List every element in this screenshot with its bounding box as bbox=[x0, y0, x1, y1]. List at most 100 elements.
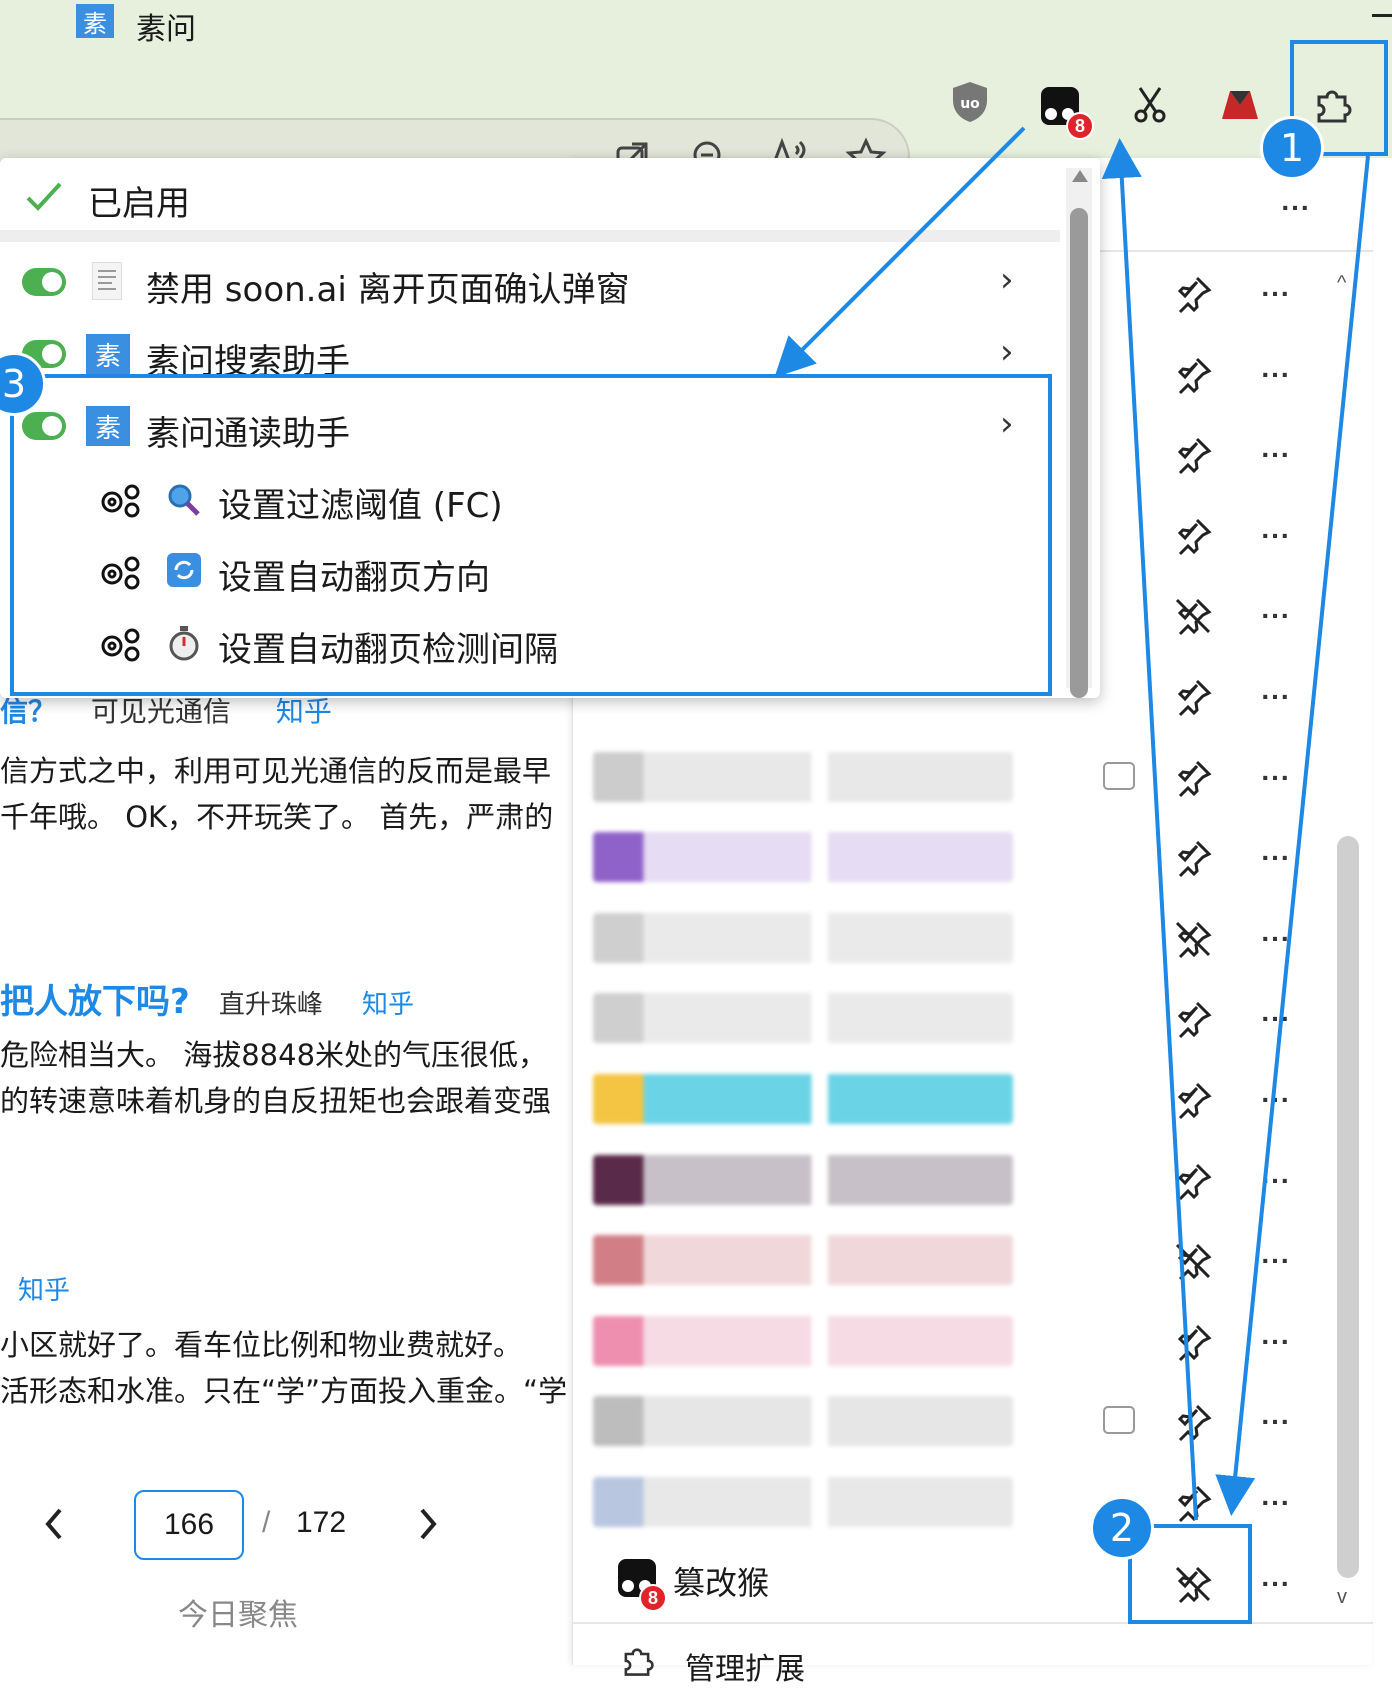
tab-title[interactable]: 素问 bbox=[136, 4, 196, 48]
extension-badge: 8 bbox=[1066, 112, 1094, 140]
panel-scrollbar[interactable] bbox=[1337, 836, 1359, 1578]
snippet-line: 的转速意味着机身的自反扭矩也会跟着变强 bbox=[0, 1084, 552, 1118]
ublock-shield-icon[interactable]: uo bbox=[940, 72, 1000, 132]
pin-icon[interactable] bbox=[1173, 1402, 1213, 1442]
extension-more-button[interactable]: ... bbox=[1253, 1239, 1299, 1279]
extension-thumb-blurred bbox=[593, 1074, 1013, 1124]
snippet-line: 活形态和水准。只在“学”方面投入重金。“学 bbox=[0, 1374, 568, 1408]
extension-more-button[interactable]: ... bbox=[1253, 1158, 1299, 1199]
footer-today-focus[interactable]: 今日聚焦 bbox=[178, 1590, 298, 1634]
snippet-line: 危险相当大。 海拔8848米处的气压很低， bbox=[0, 1038, 548, 1072]
extension-row[interactable]: ... bbox=[573, 1141, 1333, 1221]
extension-row[interactable]: ... bbox=[573, 1221, 1333, 1301]
page-separator: / bbox=[262, 1506, 271, 1539]
chevron-right-icon: › bbox=[1000, 260, 1014, 300]
extension-row[interactable]: ... bbox=[573, 1302, 1333, 1382]
unpin-icon[interactable] bbox=[1173, 596, 1213, 636]
pin-icon[interactable] bbox=[1173, 1080, 1213, 1120]
pin-icon[interactable] bbox=[1173, 677, 1213, 717]
pin-icon[interactable] bbox=[1173, 838, 1213, 878]
unpin-icon[interactable] bbox=[1173, 919, 1213, 959]
extension-thumb-blurred bbox=[593, 751, 1013, 802]
article-2-author[interactable]: 直升珠峰 bbox=[219, 990, 323, 1020]
script-file-icon bbox=[92, 262, 122, 300]
manage-extensions-icon bbox=[619, 1642, 655, 1678]
sidebar-panel-icon[interactable] bbox=[1103, 761, 1135, 790]
snippet-line: 信方式之中，利用可见光通信的反而是最早 bbox=[0, 754, 552, 788]
pin-icon[interactable] bbox=[1173, 758, 1213, 798]
callout-badge: 2 bbox=[1090, 1496, 1154, 1560]
pin-icon[interactable] bbox=[1173, 1483, 1213, 1523]
sidebar-panel-icon[interactable] bbox=[1103, 1406, 1135, 1435]
extension-row[interactable]: ... bbox=[573, 1382, 1333, 1462]
extension-more-button[interactable]: ... bbox=[1253, 675, 1299, 715]
check-icon bbox=[24, 180, 64, 214]
enabled-section-title: 已启用 bbox=[88, 184, 190, 224]
pin-icon[interactable] bbox=[1173, 274, 1213, 314]
extension-more-button[interactable]: ... bbox=[1253, 1561, 1299, 1602]
extension-row[interactable]: ... bbox=[573, 1060, 1333, 1140]
menu-item-label: 禁用 soon.ai 离开页面确认弹窗 bbox=[146, 270, 630, 310]
reader-extension-icon[interactable] bbox=[1210, 74, 1270, 134]
extension-more-button[interactable]: ... bbox=[1253, 997, 1299, 1037]
extension-row[interactable]: ... bbox=[573, 899, 1333, 979]
extension-more-button[interactable]: ... bbox=[1253, 513, 1299, 554]
scissors-icon[interactable] bbox=[1120, 74, 1180, 134]
article-1-title[interactable]: 信？ bbox=[0, 695, 56, 728]
article-1-source[interactable]: 知乎 bbox=[276, 695, 332, 728]
unpin-icon[interactable] bbox=[1173, 1241, 1213, 1281]
extension-more-button[interactable]: ... bbox=[1253, 352, 1299, 393]
title-bar: 素 素问 bbox=[0, 0, 1392, 48]
extension-thumb-blurred bbox=[593, 993, 1013, 1044]
article-1-author[interactable]: 可见光通信 bbox=[91, 695, 231, 728]
total-pages: 172 bbox=[296, 1506, 347, 1539]
extension-thumb-blurred bbox=[593, 1315, 1013, 1366]
extension-more-button[interactable]: ... bbox=[1253, 755, 1299, 796]
menu-item-disable-soon[interactable]: 禁用 soon.ai 离开页面确认弹窗 › bbox=[0, 246, 1060, 320]
menu-divider bbox=[0, 230, 1060, 242]
pin-icon[interactable] bbox=[1173, 1161, 1213, 1201]
pin-icon[interactable] bbox=[1173, 355, 1213, 395]
extension-thumb-blurred bbox=[593, 1154, 1013, 1205]
extension-more-button[interactable]: ... bbox=[1253, 594, 1299, 634]
panel-more-button[interactable]: ... bbox=[1273, 186, 1319, 226]
pin-icon[interactable] bbox=[1173, 999, 1213, 1039]
snippet-line: 小区就好了。看车位比例和物业费就好。 bbox=[0, 1328, 523, 1362]
article-2-meta: 把人放下吗? 直升珠峰 知乎 bbox=[0, 974, 414, 1023]
article-2-title[interactable]: 把人放下吗? bbox=[0, 982, 190, 1022]
minimize-icon[interactable] bbox=[1372, 14, 1392, 17]
extension-more-button[interactable]: ... bbox=[1253, 1078, 1299, 1118]
extension-more-button[interactable]: ... bbox=[1253, 433, 1299, 473]
extension-row[interactable]: ... bbox=[573, 818, 1333, 898]
extension-more-button[interactable]: ... bbox=[1253, 916, 1299, 957]
extension-thumb-blurred bbox=[593, 1477, 1013, 1527]
article-3-snippet: 小区就好了。看车位比例和物业费就好。 活形态和水准。只在“学”方面投入重金。“学 bbox=[0, 1322, 572, 1414]
pin-icon[interactable] bbox=[1173, 1322, 1213, 1362]
extension-thumb-blurred bbox=[593, 912, 1013, 963]
scroll-up-arrow[interactable]: ^ bbox=[1337, 272, 1346, 295]
tampermonkey-label[interactable]: 篡改猴 bbox=[673, 1558, 769, 1604]
manage-extensions-label[interactable]: 管理扩展 bbox=[685, 1644, 805, 1688]
snippet-line: 千年哦。 OK，不开玩笑了。 首先，严肃的 bbox=[0, 800, 554, 834]
extension-thumb-blurred bbox=[593, 1235, 1013, 1286]
extension-row[interactable]: ... bbox=[573, 738, 1333, 818]
extension-row[interactable]: ... bbox=[573, 979, 1333, 1059]
page-number-input[interactable]: 166 bbox=[134, 1490, 244, 1560]
toggle-switch[interactable] bbox=[22, 268, 66, 296]
extension-more-button[interactable]: ... bbox=[1253, 1481, 1299, 1521]
extension-more-button[interactable]: ... bbox=[1253, 272, 1299, 312]
tab-favicon: 素 bbox=[76, 4, 114, 38]
scroll-down-arrow[interactable]: v bbox=[1337, 1586, 1347, 1609]
extension-more-button[interactable]: ... bbox=[1253, 1400, 1299, 1440]
pin-icon[interactable] bbox=[1173, 516, 1213, 556]
prev-page-button[interactable] bbox=[40, 1504, 68, 1544]
article-2-source[interactable]: 知乎 bbox=[362, 990, 414, 1020]
extension-more-button[interactable]: ... bbox=[1253, 1319, 1299, 1360]
menu-scrollbar-thumb[interactable] bbox=[1070, 208, 1088, 698]
pin-icon[interactable] bbox=[1173, 435, 1213, 475]
tampermonkey-list-badge: 8 bbox=[639, 1584, 667, 1612]
next-page-button[interactable] bbox=[414, 1504, 442, 1544]
article-3-source[interactable]: 知乎 bbox=[18, 1270, 70, 1307]
menu-scroll-up-arrow[interactable] bbox=[1070, 168, 1090, 184]
extension-more-button[interactable]: ... bbox=[1253, 836, 1299, 876]
